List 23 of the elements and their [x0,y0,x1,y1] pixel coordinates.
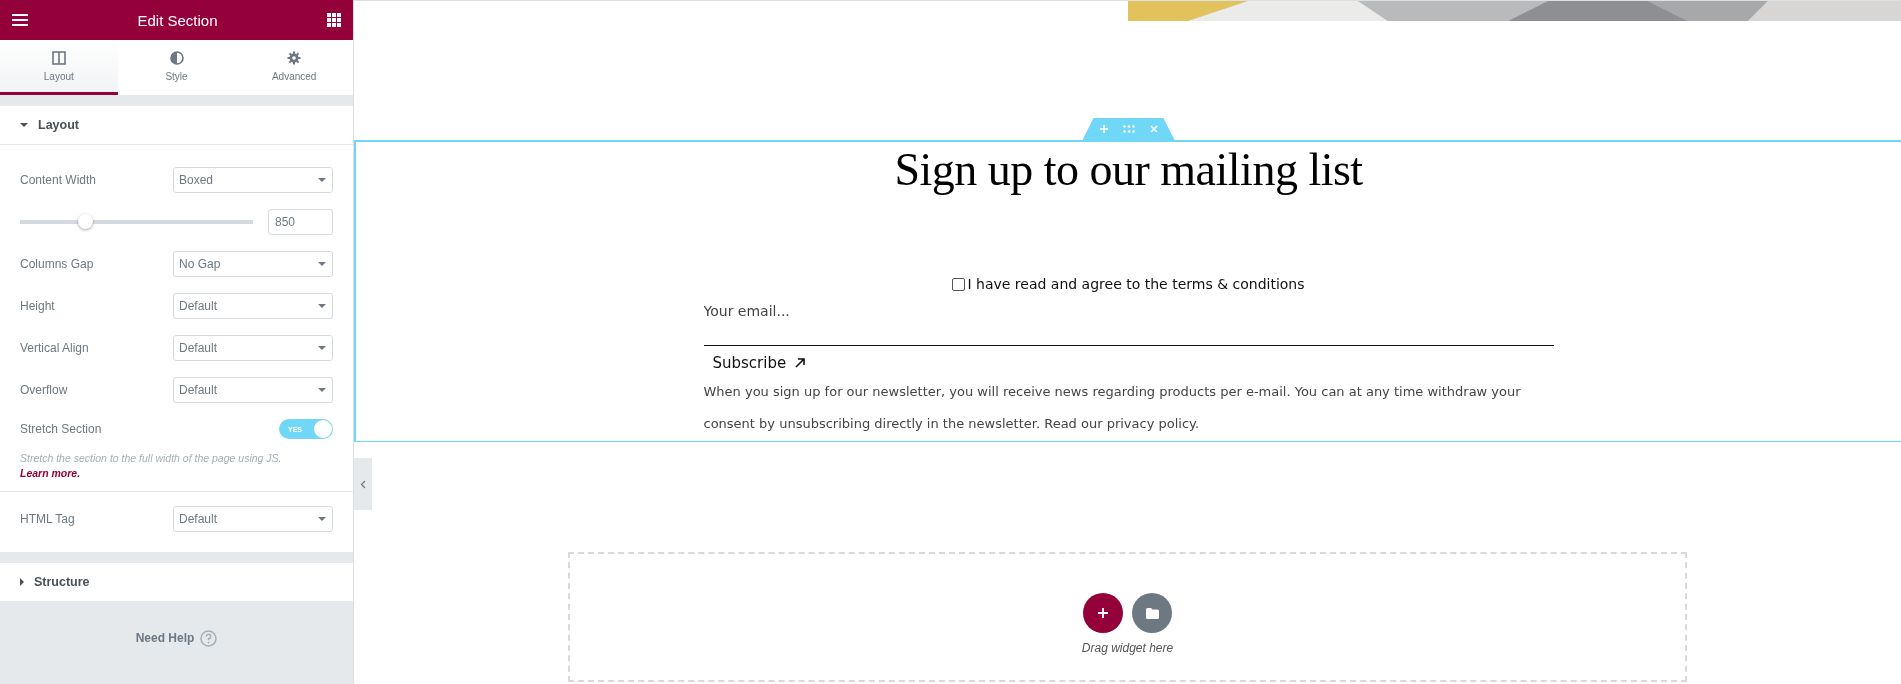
section-heading: Sign up to our mailing list [894,143,1363,197]
learn-more-link[interactable]: Learn more. [20,467,81,479]
select-field[interactable]: Default [173,335,333,361]
disclaimer-text: When you sign up for our newsletter, you will receive news regarding products per e-mail. You can at any time withdraw your consent by unsubscribing directly in the newsletter. Read our privacy policy. [703,383,1522,433]
drop-zone-text: Drag widget here [1081,641,1174,655]
select-field[interactable]: Boxed [173,167,333,193]
number-field[interactable]: 850 [268,209,333,235]
select-field[interactable]: Default [173,377,333,403]
control-label: Content Width [20,173,97,187]
help-text: Stretch the section to the full width of the page using JS. Learn more. [20,451,283,481]
select-field[interactable]: No Gap [173,251,333,277]
subscribe-button[interactable]: Subscribe [703,346,816,376]
panel-title: Edit Section [137,11,218,29]
control-label: Overflow [20,383,68,397]
control-label: Vertical Align [20,341,89,355]
control-label: HTML Tag [20,512,75,526]
help-link[interactable]: Need Help [135,631,195,645]
select-field[interactable]: Default [173,293,333,319]
control-label: Columns Gap [20,257,94,271]
select-field[interactable]: Default [173,506,333,532]
control-label: Stretch Section [20,422,102,436]
checkbox-label: I have read and agree to the terms & conditions [967,276,1305,292]
control-label: Height [20,299,55,313]
